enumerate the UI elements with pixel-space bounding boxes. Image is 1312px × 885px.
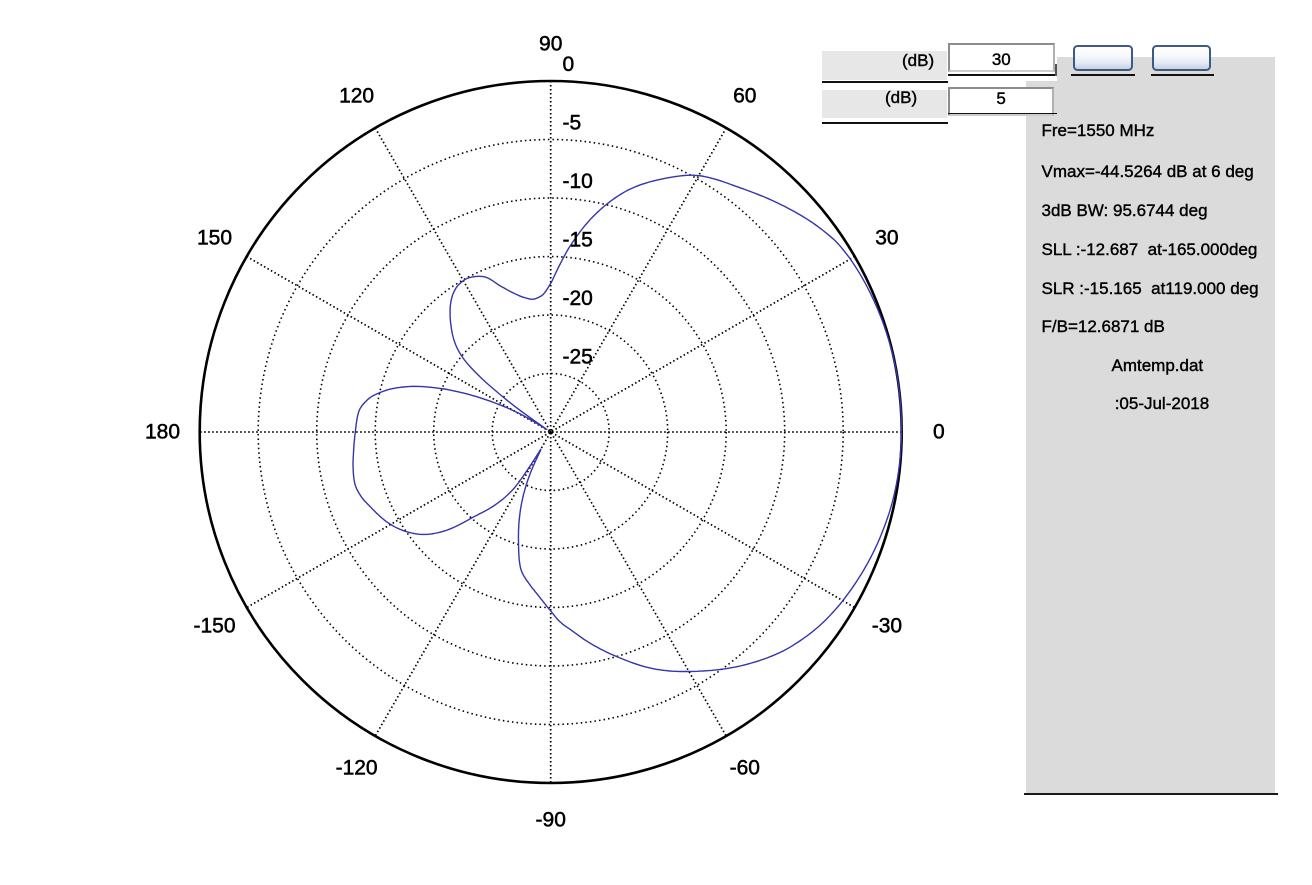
svg-text:0: 0 bbox=[933, 421, 945, 444]
svg-text:90: 90 bbox=[539, 32, 562, 55]
svg-text:-5: -5 bbox=[563, 112, 582, 135]
svg-text:-120: -120 bbox=[336, 757, 378, 780]
svg-text:30: 30 bbox=[875, 226, 898, 249]
svg-text:0: 0 bbox=[563, 53, 575, 76]
svg-text:-30: -30 bbox=[872, 615, 902, 638]
svg-text:-90: -90 bbox=[536, 809, 566, 832]
svg-text:120: 120 bbox=[339, 84, 374, 107]
svg-text:150: 150 bbox=[197, 226, 232, 249]
svg-text:-25: -25 bbox=[563, 346, 593, 369]
svg-text:-150: -150 bbox=[193, 615, 235, 638]
svg-text:-10: -10 bbox=[563, 170, 593, 193]
svg-text:60: 60 bbox=[733, 84, 756, 107]
svg-text:-60: -60 bbox=[730, 757, 760, 780]
svg-text:-15: -15 bbox=[563, 229, 593, 252]
svg-text:180: 180 bbox=[145, 421, 180, 444]
svg-text:-20: -20 bbox=[563, 287, 593, 310]
